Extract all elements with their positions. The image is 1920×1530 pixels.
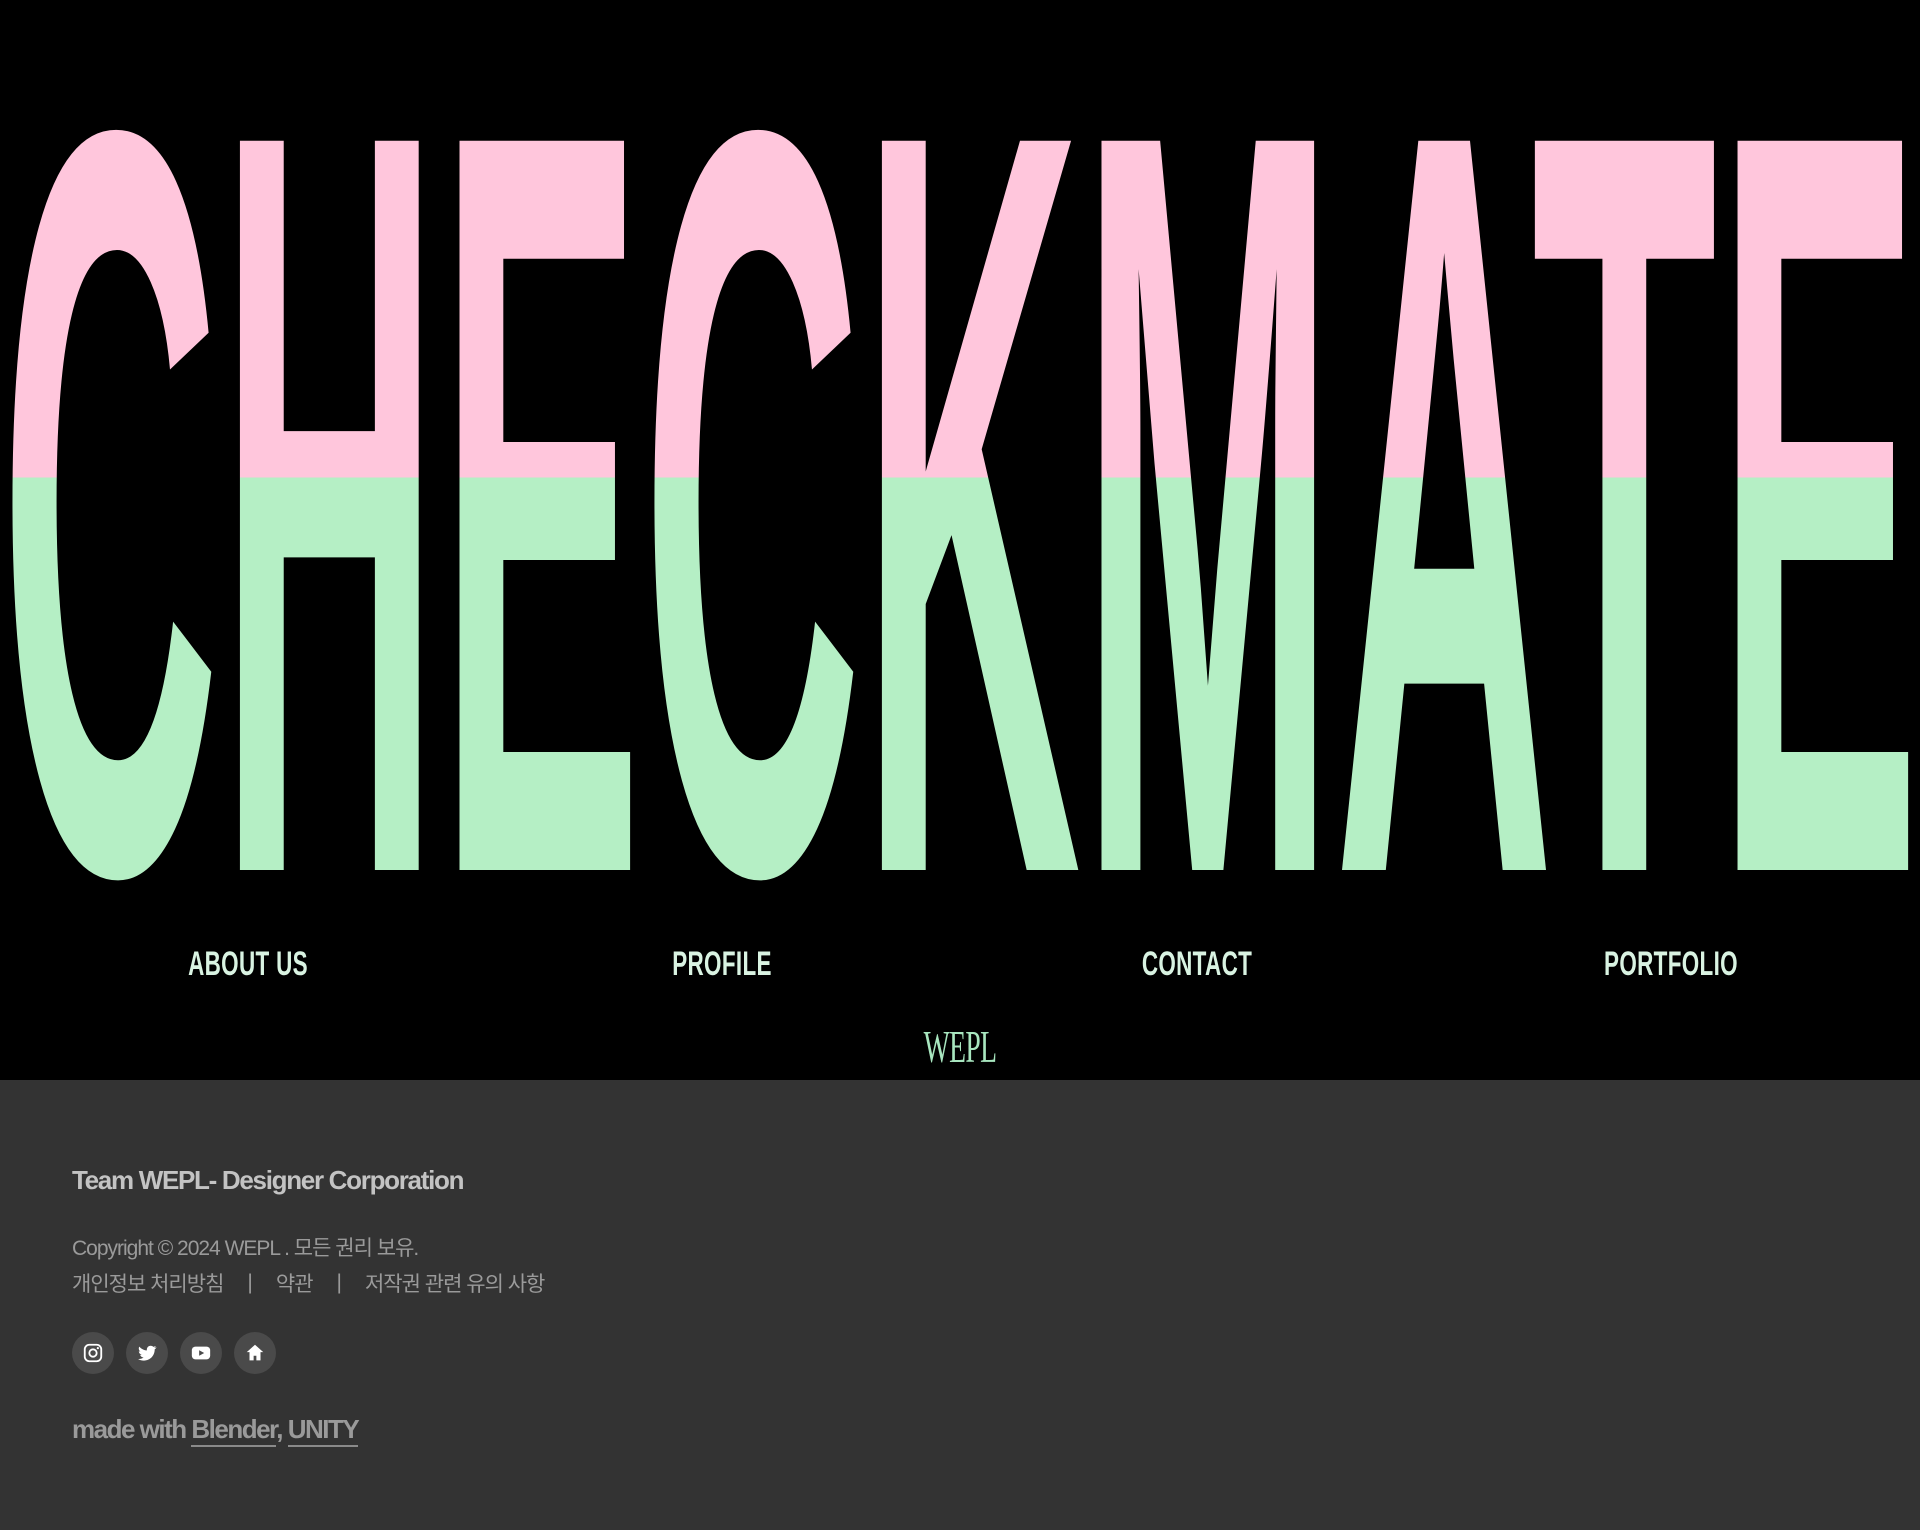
nav-portfolio[interactable]: PORTFOLIO xyxy=(1572,945,1770,984)
instagram-icon xyxy=(83,1343,103,1363)
home-icon xyxy=(246,1344,264,1361)
footer: Team WEPL- Designer Corporation Copyrigh… xyxy=(0,1080,1920,1530)
link-separator: | xyxy=(247,1271,253,1294)
hero-section: CHECKMATE ABOUT US PROFILE CONTACT PORTF… xyxy=(0,0,1920,1080)
brand-logo[interactable]: WEPL xyxy=(900,1020,1020,1073)
blender-link[interactable]: Blender xyxy=(191,1414,278,1447)
nav-about-us[interactable]: ABOUT US xyxy=(149,945,347,984)
twitter-icon xyxy=(138,1345,157,1361)
company-name: Team WEPL- Designer Corporation xyxy=(72,1165,464,1195)
social-links xyxy=(72,1332,276,1374)
youtube-button[interactable] xyxy=(180,1332,222,1374)
link-separator: | xyxy=(336,1271,343,1294)
main-nav: ABOUT US PROFILE CONTACT PORTFOLIO xyxy=(0,945,1920,1005)
made-with-joiner: , xyxy=(276,1414,283,1444)
policy-links: 개인정보 처리방침 | 약관 | 저작권 관련 유의 사항 xyxy=(72,1268,545,1298)
hero-title-text: CHECKMATE xyxy=(0,0,1920,900)
instagram-button[interactable] xyxy=(72,1332,114,1374)
hero-title: CHECKMATE xyxy=(0,0,1920,900)
made-with-text: made with Blender, UNITY xyxy=(72,1414,360,1447)
unity-link[interactable]: UNITY xyxy=(287,1414,360,1447)
nav-contact[interactable]: CONTACT xyxy=(1098,945,1296,984)
nav-profile[interactable]: PROFILE xyxy=(623,945,821,984)
privacy-policy-link[interactable]: 개인정보 처리방침 xyxy=(72,1268,224,1298)
home-button[interactable] xyxy=(234,1332,276,1374)
terms-link[interactable]: 약관 xyxy=(276,1268,314,1298)
copyright-text: Copyright © 2024 WEPL . 모든 권리 보유. xyxy=(72,1237,419,1260)
twitter-button[interactable] xyxy=(126,1332,168,1374)
copyright-notice-link[interactable]: 저작권 관련 유의 사항 xyxy=(365,1268,545,1298)
youtube-icon xyxy=(191,1346,211,1360)
made-with-prefix: made with xyxy=(72,1414,187,1444)
